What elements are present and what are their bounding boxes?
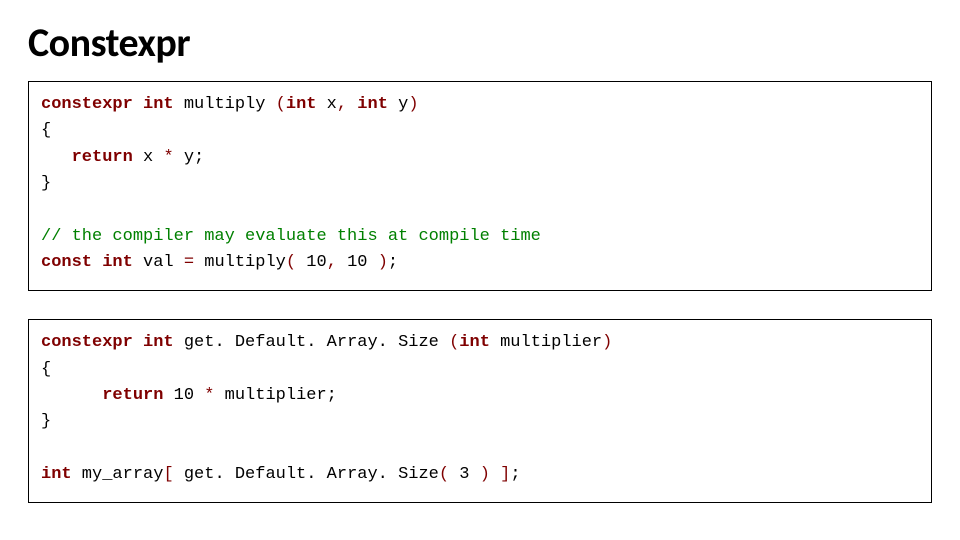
code-text: 3 xyxy=(449,465,480,484)
code-text: multiply xyxy=(174,95,276,114)
code-text xyxy=(490,465,500,484)
keyword: int xyxy=(102,253,133,272)
code-text xyxy=(41,148,72,167)
code-text: ; xyxy=(388,253,398,272)
code-text xyxy=(347,95,357,114)
code-text xyxy=(92,253,102,272)
code-text: get. Default. Array. Size xyxy=(174,465,439,484)
keyword: return xyxy=(102,386,163,405)
code-text: 10 xyxy=(337,253,378,272)
keyword: int xyxy=(286,95,317,114)
keyword: return xyxy=(72,148,133,167)
paren: ( xyxy=(449,333,459,352)
code-text xyxy=(41,386,102,405)
slide-title: Constexpr xyxy=(28,18,932,67)
keyword: int xyxy=(459,333,490,352)
comma: , xyxy=(327,253,337,272)
code-text: y; xyxy=(174,148,205,167)
keyword: int xyxy=(357,95,388,114)
code-text xyxy=(163,386,173,405)
code-text: { xyxy=(41,121,51,140)
keyword: constexpr xyxy=(41,95,133,114)
paren: ) xyxy=(378,253,388,272)
paren: ( xyxy=(439,465,449,484)
paren: ( xyxy=(276,95,286,114)
code-text: ; xyxy=(510,465,520,484)
code-text: 10 xyxy=(296,253,327,272)
bracket: ] xyxy=(500,465,510,484)
keyword: const xyxy=(41,253,92,272)
code-text: multiplier; xyxy=(214,386,336,405)
slide: Constexpr constexpr int multiply (int x,… xyxy=(0,0,960,540)
paren: ) xyxy=(408,95,418,114)
code-text: } xyxy=(41,412,51,431)
code-text: 10 xyxy=(174,386,194,405)
bracket: [ xyxy=(163,465,173,484)
code-text: my_array xyxy=(72,465,164,484)
code-text: val xyxy=(133,253,184,272)
paren: ) xyxy=(480,465,490,484)
operator: * xyxy=(163,148,173,167)
comment: // the compiler may evaluate this at com… xyxy=(41,227,541,246)
code-text: multiply xyxy=(194,253,286,272)
code-block-2: constexpr int get. Default. Array. Size … xyxy=(28,319,932,503)
comma: , xyxy=(337,95,347,114)
code-text: y xyxy=(388,95,408,114)
paren: ( xyxy=(286,253,296,272)
operator: = xyxy=(184,253,194,272)
code-text: } xyxy=(41,174,51,193)
paren: ) xyxy=(602,333,612,352)
code-text: x xyxy=(133,148,164,167)
code-text: get. Default. Array. Size xyxy=(174,333,449,352)
code-text: { xyxy=(41,360,51,379)
keyword: int xyxy=(41,465,72,484)
code-text: multiplier xyxy=(490,333,602,352)
keyword: constexpr xyxy=(41,333,133,352)
keyword: int xyxy=(143,95,174,114)
keyword: int xyxy=(143,333,174,352)
code-text: x xyxy=(316,95,336,114)
code-block-1: constexpr int multiply (int x, int y) { … xyxy=(28,81,932,291)
code-text xyxy=(194,386,204,405)
operator: * xyxy=(204,386,214,405)
